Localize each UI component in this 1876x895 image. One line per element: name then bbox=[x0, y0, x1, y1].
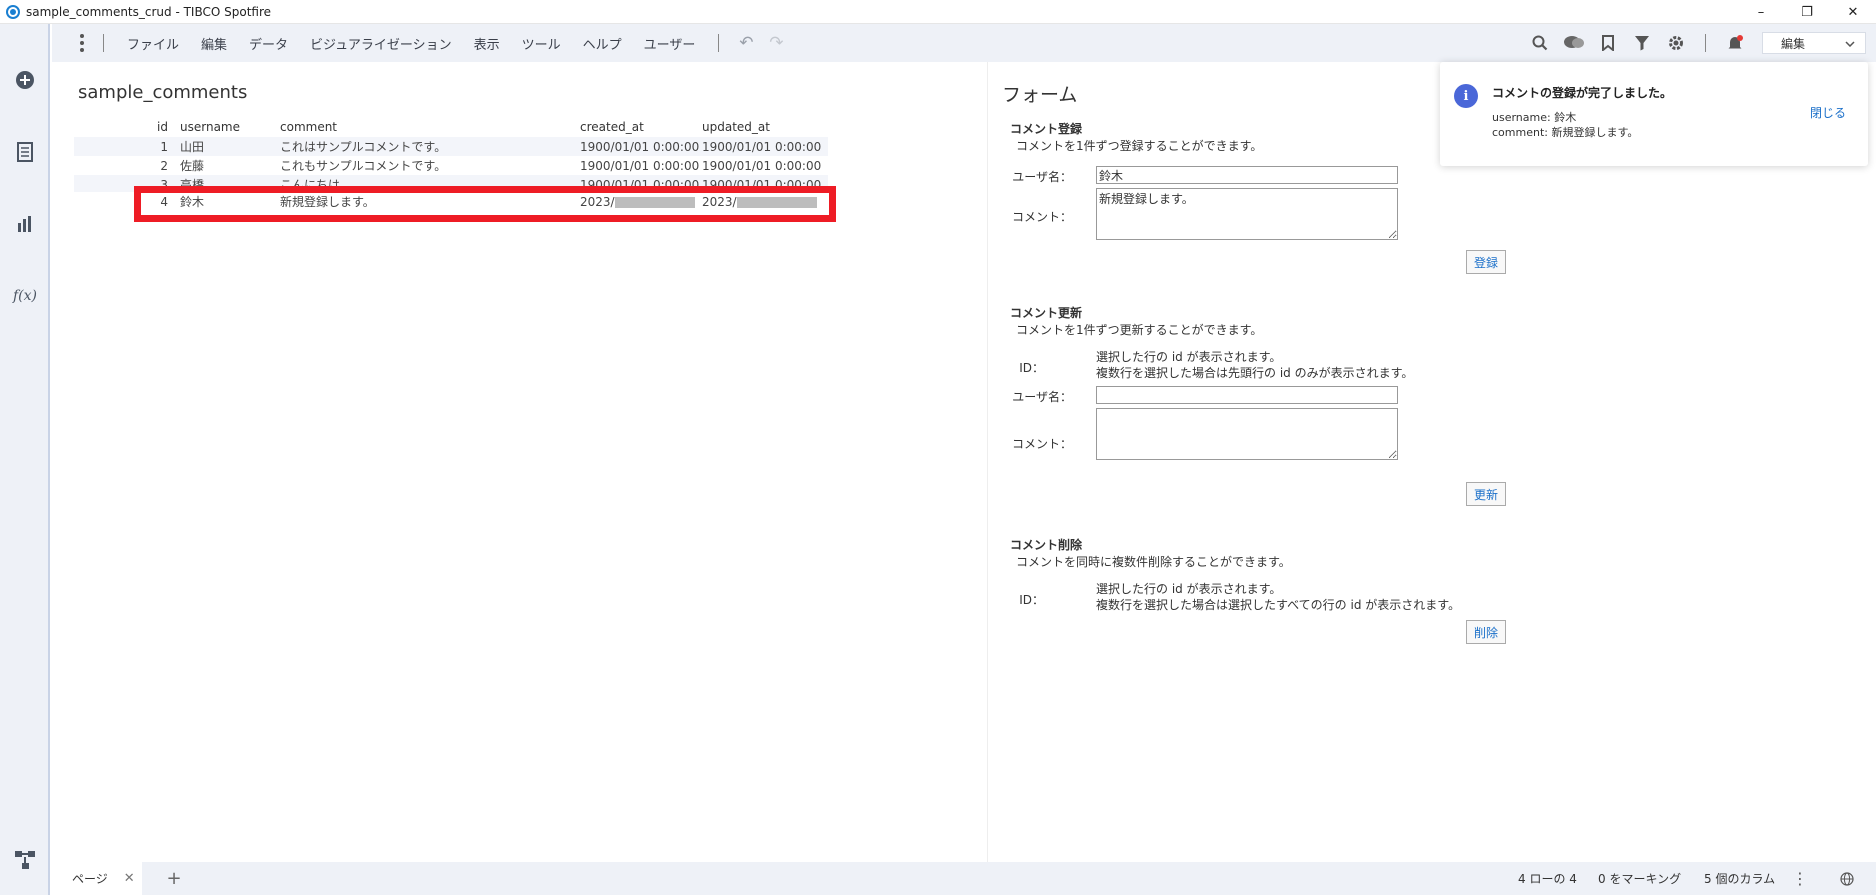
table-header-row: id username comment created_at updated_a… bbox=[74, 117, 828, 137]
menu-tools[interactable]: ツール bbox=[511, 24, 572, 62]
update-id-label: ID： bbox=[1019, 361, 1044, 375]
mode-select-value: 編集 bbox=[1781, 36, 1806, 51]
table-title: sample_comments bbox=[78, 82, 248, 103]
search-icon[interactable] bbox=[1523, 24, 1557, 62]
register-comment-label: コメント： bbox=[1011, 210, 1072, 224]
update-button[interactable]: 更新 bbox=[1466, 482, 1506, 506]
form-panel: フォーム コメント登録 コメントを1件ずつ登録することができます。 ユーザ名： … bbox=[988, 62, 1876, 862]
update-id-note: 選択した行の id が表示されます。 複数行を選択した場合は先頭行の id のみ… bbox=[1096, 350, 1414, 380]
column-header-updated-at[interactable]: updated_at bbox=[702, 120, 824, 134]
toast-title: コメントの登録が完了しました。 bbox=[1492, 86, 1673, 100]
settings-gear-icon[interactable] bbox=[1659, 24, 1693, 62]
data-table-icon[interactable] bbox=[0, 136, 50, 168]
columns-status: 5 個のカラム bbox=[1704, 872, 1776, 886]
window-controls: – ❐ ✕ bbox=[1738, 0, 1876, 24]
register-username-label: ユーザ名： bbox=[1012, 170, 1072, 184]
toast-username: username: 鈴木 bbox=[1492, 111, 1577, 124]
menu-view[interactable]: 表示 bbox=[463, 24, 511, 62]
window-title: sample_comments_crud - TIBCO Spotfire bbox=[26, 4, 272, 19]
register-button[interactable]: 登録 bbox=[1466, 250, 1506, 274]
redo-icon[interactable]: ↷ bbox=[761, 24, 791, 62]
marking-status: 0 をマーキング bbox=[1598, 872, 1682, 886]
add-icon[interactable] bbox=[0, 64, 50, 96]
collaboration-icon[interactable] bbox=[1557, 24, 1591, 62]
kebab-menu-icon[interactable] bbox=[73, 30, 91, 56]
chevron-down-icon bbox=[1845, 36, 1855, 50]
bookmark-icon[interactable] bbox=[1591, 24, 1625, 62]
rows-status: 4 ローの 4 bbox=[1518, 872, 1577, 886]
column-header-username[interactable]: username bbox=[180, 120, 280, 134]
status-menu-icon[interactable]: ⋮ bbox=[1790, 862, 1810, 895]
page-tab[interactable]: ページ ✕ bbox=[52, 862, 142, 895]
title-bar: sample_comments_crud - TIBCO Spotfire – … bbox=[0, 0, 1876, 24]
globe-icon[interactable] bbox=[1834, 862, 1860, 895]
delete-button[interactable]: 削除 bbox=[1466, 620, 1506, 644]
register-username-input[interactable] bbox=[1096, 166, 1398, 184]
left-sidebar: f(x) bbox=[0, 24, 50, 895]
toolbar-separator bbox=[1705, 34, 1706, 52]
new-row-highlight bbox=[134, 186, 836, 222]
menu-bar: ファイル 編集 データ ビジュアライゼーション 表示 ツール ヘルプ ユーザー … bbox=[52, 24, 1876, 62]
notification-bell-icon[interactable] bbox=[1718, 24, 1752, 62]
close-tab-icon[interactable]: ✕ bbox=[124, 871, 135, 886]
update-desc: コメントを1件ずつ更新することができます。 bbox=[1016, 323, 1263, 337]
column-header-id[interactable]: id bbox=[136, 120, 180, 134]
mode-select[interactable]: 編集 bbox=[1762, 32, 1866, 54]
menu-user[interactable]: ユーザー bbox=[633, 24, 707, 62]
update-title: コメント更新 bbox=[1010, 306, 1083, 320]
menu-separator bbox=[103, 34, 104, 52]
toolbar-right: 編集 bbox=[1523, 24, 1866, 62]
table-row[interactable]: 2 佐藤 これもサンプルコメントです。 1900/01/01 0:00:00 1… bbox=[74, 156, 828, 175]
notification-toast: i コメントの登録が完了しました。 username: 鈴木 comment: … bbox=[1440, 62, 1868, 166]
menu-help[interactable]: ヘルプ bbox=[572, 24, 633, 62]
table-row[interactable]: 1 山田 これはサンプルコメントです。 1900/01/01 0:00:00 1… bbox=[74, 137, 828, 156]
update-comment-label: コメント： bbox=[1011, 437, 1072, 451]
update-username-input[interactable] bbox=[1096, 386, 1398, 404]
close-window-button[interactable]: ✕ bbox=[1830, 0, 1876, 24]
toast-close-link[interactable]: 閉じる bbox=[1810, 104, 1846, 121]
register-comment-textarea[interactable]: 新規登録します。 bbox=[1096, 188, 1398, 240]
spotfire-logo-icon bbox=[6, 4, 20, 19]
analysis-canvas: sample_comments id username comment crea… bbox=[52, 62, 1876, 862]
delete-title: コメント削除 bbox=[1010, 538, 1083, 552]
bottom-bar: ページ ✕ + 4 ローの 4 0 をマーキング 5 個のカラム ⋮ bbox=[52, 862, 1876, 895]
page-tab-label: ページ bbox=[72, 872, 108, 886]
delete-desc: コメントを同時に複数件削除することができます。 bbox=[1016, 555, 1291, 569]
form-title: フォーム bbox=[1002, 84, 1078, 106]
function-icon[interactable]: f(x) bbox=[0, 280, 50, 312]
minimize-button[interactable]: – bbox=[1738, 0, 1784, 24]
add-page-icon[interactable]: + bbox=[160, 862, 188, 895]
undo-icon[interactable]: ↶ bbox=[731, 24, 761, 62]
menu-data[interactable]: データ bbox=[238, 24, 299, 62]
update-comment-textarea[interactable] bbox=[1096, 408, 1398, 460]
info-icon: i bbox=[1454, 84, 1478, 108]
column-header-comment[interactable]: comment bbox=[280, 120, 580, 134]
bar-chart-icon[interactable] bbox=[0, 208, 50, 240]
data-flow-icon[interactable] bbox=[0, 844, 50, 876]
register-title: コメント登録 bbox=[1010, 122, 1083, 136]
column-header-created-at[interactable]: created_at bbox=[580, 120, 702, 134]
toast-comment: comment: 新規登録します。 bbox=[1492, 126, 1639, 139]
register-desc: コメントを1件ずつ登録することができます。 bbox=[1016, 139, 1263, 153]
menu-visualization[interactable]: ビジュアライゼーション bbox=[299, 24, 463, 62]
menu-edit[interactable]: 編集 bbox=[190, 24, 238, 62]
menu-separator bbox=[718, 34, 720, 52]
filter-icon[interactable] bbox=[1625, 24, 1659, 62]
restore-button[interactable]: ❐ bbox=[1784, 0, 1830, 24]
delete-id-label: ID： bbox=[1019, 593, 1044, 607]
delete-id-note: 選択した行の id が表示されます。 複数行を選択した場合は選択したすべての行の… bbox=[1096, 582, 1461, 612]
table-visualization: sample_comments id username comment crea… bbox=[52, 62, 988, 862]
menu-file[interactable]: ファイル bbox=[116, 24, 190, 62]
update-username-label: ユーザ名： bbox=[1012, 390, 1072, 404]
